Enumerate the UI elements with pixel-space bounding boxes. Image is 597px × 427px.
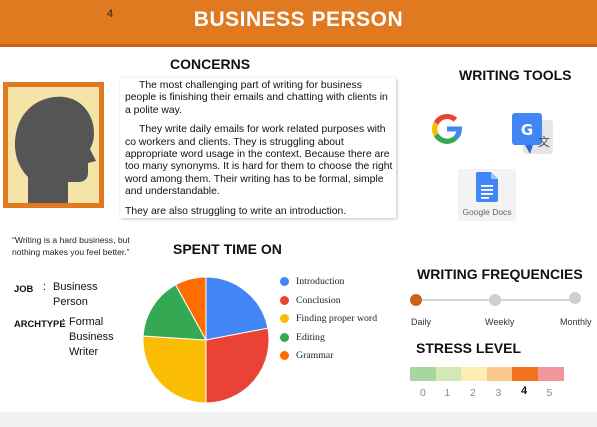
- stress-cell-5: [537, 367, 564, 381]
- footer-band: [0, 412, 597, 427]
- stress-level-title: STRESS LEVEL: [416, 340, 522, 356]
- writing-tools-title: WRITING TOOLS: [459, 67, 572, 83]
- stress-cell-0: [410, 367, 436, 381]
- stress-level-2: 2: [470, 387, 476, 399]
- job-label: JOB: [14, 283, 34, 294]
- spent-time-pie-chart: [142, 276, 270, 404]
- concerns-title: CONCERNS: [170, 56, 251, 72]
- legend-swatch: [280, 277, 289, 286]
- stress-level-0: 0: [420, 387, 426, 399]
- spent-time-title: SPENT TIME ON: [173, 241, 282, 257]
- archtype-label: ARCHTYPE: [14, 318, 66, 329]
- page-number: 4: [107, 8, 114, 20]
- frequency-stop-weekly: [489, 294, 501, 306]
- google-docs-icon: [476, 172, 498, 202]
- google-docs-label: Google Docs: [462, 207, 512, 217]
- frequency-label-monthly: Monthly: [560, 317, 592, 327]
- archtype-colon: :: [62, 316, 66, 328]
- legend-label: Grammar: [296, 350, 334, 361]
- concerns-paragraph: The most challenging part of writing for…: [125, 80, 388, 116]
- legend-swatch: [280, 295, 289, 305]
- legend-label: Introduction: [296, 276, 345, 287]
- frequency-stop-monthly: [569, 292, 581, 304]
- concerns-paragraph: They are also struggling to write an int…: [125, 205, 347, 217]
- frequency-label-daily: Daily: [411, 317, 432, 327]
- job-value: Business Person: [53, 281, 98, 308]
- google-icon: [426, 108, 468, 150]
- job-colon: :: [43, 281, 47, 293]
- legend-swatch: [280, 351, 289, 360]
- google-translate-icon: G 文: [511, 112, 555, 156]
- archtype-value: Formal Business Writer: [69, 316, 114, 358]
- google-docs-tile: Google Docs: [458, 169, 516, 221]
- stress-cell-4: [512, 367, 538, 381]
- stress-cell-2: [461, 367, 487, 381]
- svg-text:G: G: [521, 121, 533, 139]
- pie-legend: Introduction Conclusion Finding proper wor…: [280, 276, 410, 376]
- stress-level-4: 4: [521, 385, 528, 397]
- stress-level-5: 5: [546, 387, 553, 399]
- legend-label: Finding proper word: [296, 313, 378, 324]
- legend-label: Conclusion: [296, 294, 341, 306]
- pie-slice-conclusion: [205, 327, 270, 404]
- legend-swatch: [280, 314, 289, 323]
- svg-text:文: 文: [538, 134, 550, 149]
- concerns-paragraph: They write daily emails for work related…: [125, 124, 393, 198]
- writing-frequencies-title: WRITING FREQUENCIES: [417, 266, 583, 282]
- stress-cell-3: [486, 367, 513, 381]
- legend-label: Editing: [296, 331, 325, 343]
- legend-swatch: [280, 332, 289, 342]
- stress-cell-1: [435, 367, 462, 381]
- stress-level-3: 3: [495, 387, 502, 399]
- concerns-text: The most challenging part of writing for…: [125, 80, 395, 225]
- stress-level-1: 1: [444, 387, 451, 399]
- portrait-background: [8, 87, 99, 203]
- frequency-label-weekly: Weekly: [485, 317, 515, 327]
- frequency-stop-daily: [410, 294, 422, 306]
- person-silhouette-icon: [14, 96, 96, 203]
- persona-quote: “Writing is a hard business, but nothing…: [12, 235, 130, 257]
- page-title: BUSINESS PERSON: [193, 8, 404, 31]
- pie-slice-finding-proper-word: [142, 335, 207, 404]
- portrait-frame: [3, 82, 104, 208]
